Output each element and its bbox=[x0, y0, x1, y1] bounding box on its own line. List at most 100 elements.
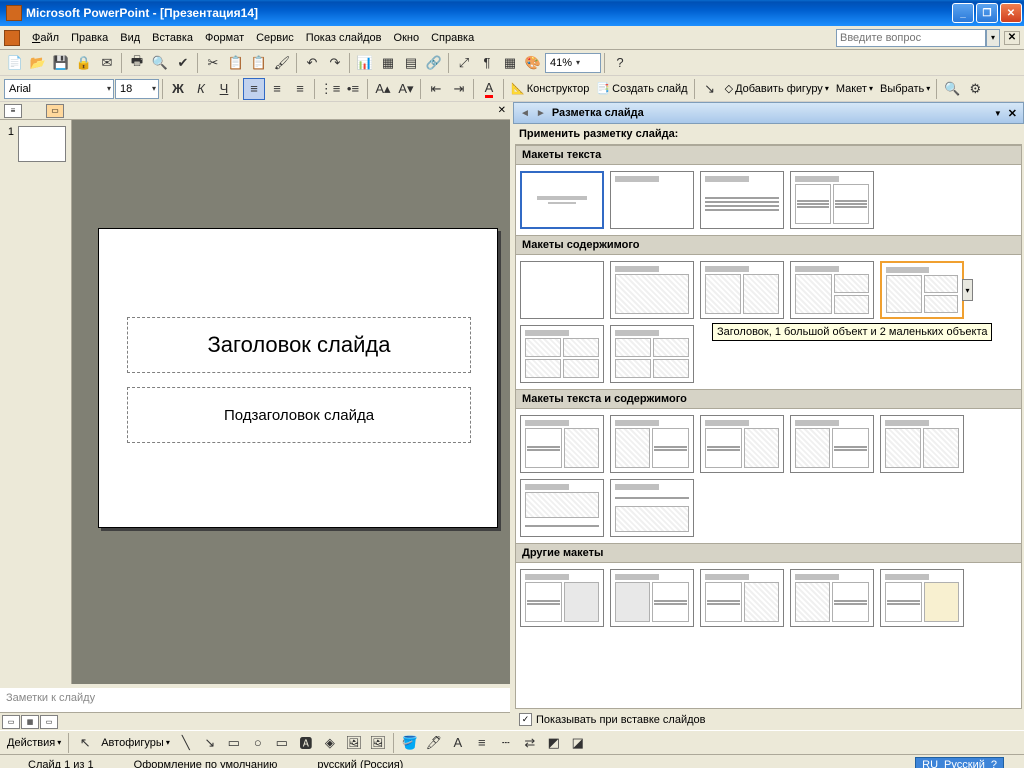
menu-format[interactable]: Формат bbox=[199, 30, 250, 46]
preview-icon[interactable]: 🔍 bbox=[149, 52, 171, 74]
spellcheck-icon[interactable]: ✔ bbox=[172, 52, 194, 74]
slide-canvas-area[interactable]: Заголовок слайда Подзаголовок слайда bbox=[72, 120, 510, 684]
layouts-scroll[interactable]: Макеты текста Макеты содержимого ▾ Загол… bbox=[516, 145, 1021, 708]
outline-tab-icon[interactable]: ≡ bbox=[4, 104, 22, 118]
layout-text-content-1[interactable] bbox=[520, 415, 604, 473]
menu-insert[interactable]: Вставка bbox=[146, 30, 199, 46]
oval-tool-icon[interactable]: ○ bbox=[247, 732, 269, 754]
layout-blank[interactable] bbox=[520, 261, 604, 319]
expand-icon[interactable]: ⤢ bbox=[453, 52, 475, 74]
show-on-insert-checkbox[interactable]: ✓ bbox=[519, 713, 532, 726]
numbering-icon[interactable]: ⋮≡ bbox=[319, 78, 341, 100]
3d-icon[interactable]: ◪ bbox=[567, 732, 589, 754]
layout-text-content-2[interactable] bbox=[610, 415, 694, 473]
actions-menu[interactable]: Действия▾ bbox=[4, 737, 64, 749]
dash-style-icon[interactable]: ┄ bbox=[495, 732, 517, 754]
fill-color-icon[interactable]: 🪣 bbox=[399, 732, 421, 754]
language-indicator[interactable]: RU Русский ? bbox=[915, 757, 1004, 768]
save-icon[interactable]: 💾 bbox=[50, 52, 72, 74]
italic-icon[interactable]: К bbox=[190, 78, 212, 100]
tables-borders-icon[interactable]: ▤ bbox=[400, 52, 422, 74]
layout-other-5[interactable] bbox=[880, 569, 964, 627]
grid-icon[interactable]: ▦ bbox=[499, 52, 521, 74]
align-left-icon[interactable]: ≡ bbox=[243, 78, 265, 100]
line-tool-icon[interactable]: ╲ bbox=[175, 732, 197, 754]
chart-icon[interactable]: 📊 bbox=[354, 52, 376, 74]
layout-other-4[interactable] bbox=[790, 569, 874, 627]
align-center-icon[interactable]: ≡ bbox=[266, 78, 288, 100]
textbox-tool-icon[interactable]: ▭ bbox=[271, 732, 293, 754]
font-color-draw-icon[interactable]: A bbox=[447, 732, 469, 754]
subtitle-placeholder[interactable]: Подзаголовок слайда bbox=[127, 387, 471, 443]
sorter-view-icon[interactable]: ▦ bbox=[21, 715, 39, 729]
arrow-style-icon[interactable]: ⇄ bbox=[519, 732, 541, 754]
picture-icon[interactable]: 🖼 bbox=[367, 732, 389, 754]
font-color-icon[interactable]: A bbox=[478, 78, 500, 100]
layout-text-content-6[interactable] bbox=[520, 479, 604, 537]
menu-help[interactable]: Справка bbox=[425, 30, 480, 46]
layout-text-content-5[interactable] bbox=[880, 415, 964, 473]
layout-two-content[interactable] bbox=[700, 261, 784, 319]
new-icon[interactable]: 📄 bbox=[4, 52, 26, 74]
menu-view[interactable]: Вид bbox=[114, 30, 146, 46]
undo-icon[interactable]: ↶ bbox=[301, 52, 323, 74]
open-icon[interactable]: 📂 bbox=[27, 52, 49, 74]
layout-title-slide[interactable] bbox=[520, 171, 604, 229]
layout-two-column-text[interactable] bbox=[790, 171, 874, 229]
increase-font-icon[interactable]: A▴ bbox=[372, 78, 394, 100]
lang-help-icon[interactable]: ? bbox=[991, 759, 997, 768]
decrease-indent-icon[interactable]: ⇤ bbox=[425, 78, 447, 100]
menu-slideshow[interactable]: Показ слайдов bbox=[300, 30, 388, 46]
add-shape-button[interactable]: ◇Добавить фигуру▾ bbox=[722, 82, 832, 95]
menu-edit[interactable]: Правка bbox=[65, 30, 114, 46]
doc-close-button[interactable]: ✕ bbox=[1004, 31, 1020, 45]
layout-four-content-b[interactable] bbox=[610, 325, 694, 383]
underline-icon[interactable]: Ч bbox=[213, 78, 235, 100]
cut-icon[interactable]: ✂ bbox=[202, 52, 224, 74]
gear-icon[interactable]: ⚙ bbox=[964, 78, 986, 100]
rectangle-tool-icon[interactable]: ▭ bbox=[223, 732, 245, 754]
tool-arrow-icon[interactable]: ↘ bbox=[699, 78, 721, 100]
increase-indent-icon[interactable]: ⇥ bbox=[448, 78, 470, 100]
taskpane-menu-icon[interactable]: ▼ bbox=[994, 109, 1002, 118]
zoom-tool-icon[interactable]: 🔍 bbox=[941, 78, 963, 100]
table-icon[interactable]: ▦ bbox=[377, 52, 399, 74]
help-icon[interactable]: ? bbox=[609, 52, 631, 74]
line-style-icon[interactable]: ≡ bbox=[471, 732, 493, 754]
slide-thumbnail[interactable] bbox=[18, 126, 66, 162]
layout-other-2[interactable] bbox=[610, 569, 694, 627]
slides-tab-icon[interactable]: ▭ bbox=[46, 104, 64, 118]
font-combo[interactable]: Arial▾ bbox=[4, 79, 114, 99]
color-icon[interactable]: 🎨 bbox=[522, 52, 544, 74]
layout-three-content[interactable] bbox=[790, 261, 874, 319]
title-placeholder[interactable]: Заголовок слайда bbox=[127, 317, 471, 373]
tabs-close-icon[interactable]: ✕ bbox=[498, 105, 506, 116]
layout-other-3[interactable] bbox=[700, 569, 784, 627]
layout-title-text[interactable] bbox=[700, 171, 784, 229]
taskpane-back-icon[interactable]: ◄ bbox=[520, 108, 530, 119]
menu-file[interactable]: Файл bbox=[26, 30, 65, 46]
paste-icon[interactable]: 📋 bbox=[248, 52, 270, 74]
document-icon[interactable] bbox=[4, 30, 20, 46]
layout-text-content-4[interactable] bbox=[790, 415, 874, 473]
showhide-icon[interactable]: ¶ bbox=[476, 52, 498, 74]
shadow-icon[interactable]: ◩ bbox=[543, 732, 565, 754]
line-color-icon[interactable]: 🖊 bbox=[423, 732, 445, 754]
layout-content[interactable] bbox=[610, 261, 694, 319]
bold-icon[interactable]: Ж bbox=[167, 78, 189, 100]
taskpane-forward-icon[interactable]: ► bbox=[536, 108, 546, 119]
minimize-button[interactable]: _ bbox=[952, 3, 974, 23]
wordart-icon[interactable]: 🅰 bbox=[295, 732, 317, 754]
clipart-icon[interactable]: 🖼 bbox=[343, 732, 365, 754]
formatpainter-icon[interactable]: 🖌 bbox=[271, 52, 293, 74]
normal-view-icon[interactable]: ▭ bbox=[2, 715, 20, 729]
layout-title-only[interactable] bbox=[610, 171, 694, 229]
new-slide-button[interactable]: 📑Создать слайд bbox=[593, 82, 690, 95]
zoom-combo[interactable]: 41%▾ bbox=[545, 53, 601, 73]
select-button[interactable]: Выбрать▾ bbox=[877, 83, 933, 95]
menu-window[interactable]: Окно bbox=[388, 30, 426, 46]
arrow-tool-icon[interactable]: ↘ bbox=[199, 732, 221, 754]
layout-text-content-3[interactable] bbox=[700, 415, 784, 473]
slideshow-view-icon[interactable]: ▭ bbox=[40, 715, 58, 729]
notes-pane[interactable]: Заметки к слайду bbox=[0, 684, 510, 712]
